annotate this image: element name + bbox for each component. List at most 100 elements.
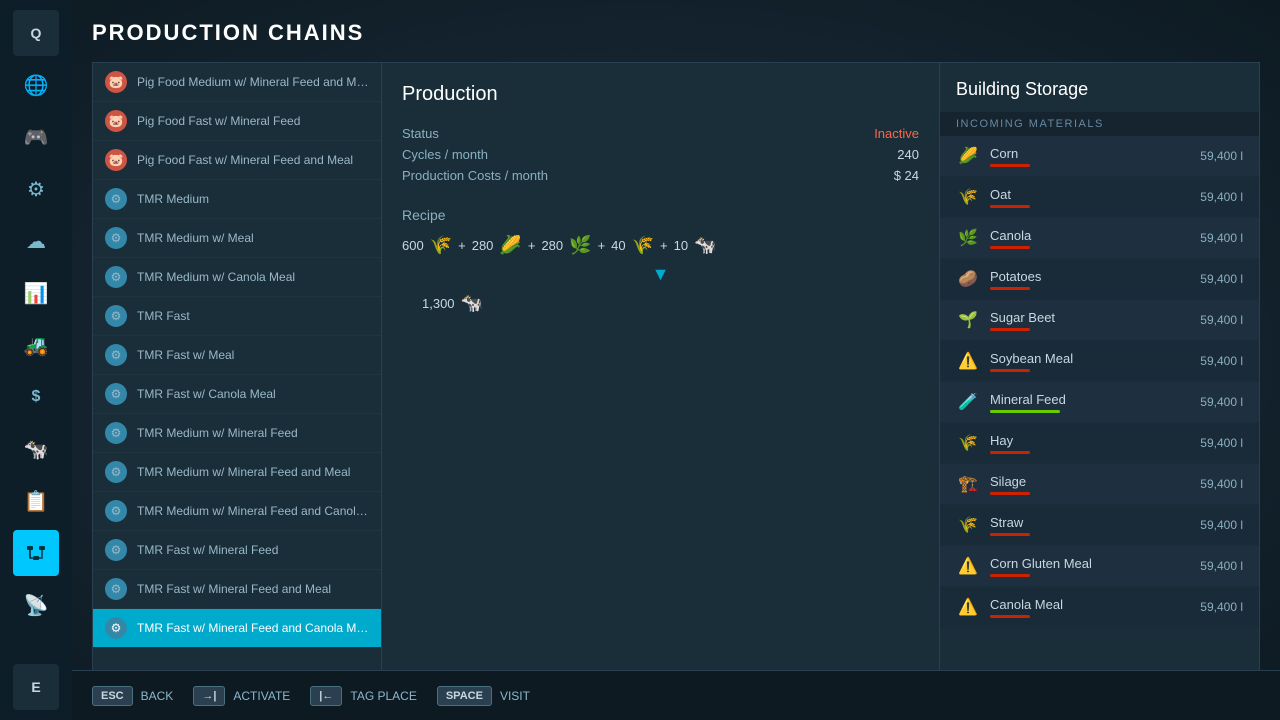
chain-label-2: Pig Food Fast w/ Mineral Feed: [137, 114, 300, 128]
tag-place-button[interactable]: |← TAG PLACE: [310, 686, 417, 706]
chain-label-5: TMR Medium w/ Meal: [137, 231, 254, 245]
market-icon[interactable]: 📡: [13, 582, 59, 628]
ingredient-amount-4: 40: [611, 238, 625, 253]
chain-label-9: TMR Fast w/ Canola Meal: [137, 387, 276, 401]
tractor-icon[interactable]: 🚜: [13, 322, 59, 368]
steering-icon[interactable]: 🎮: [13, 114, 59, 160]
weather-icon[interactable]: ☁: [13, 218, 59, 264]
book-icon[interactable]: 📋: [13, 478, 59, 524]
chain-item-13[interactable]: ⚙TMR Fast w/ Mineral Feed: [93, 531, 381, 570]
chain-icon-6: ⚙: [105, 266, 127, 288]
chain-item-14[interactable]: ⚙TMR Fast w/ Mineral Feed and Meal: [93, 570, 381, 609]
chain-label-4: TMR Medium: [137, 192, 209, 206]
back-label: BACK: [141, 689, 174, 703]
ingredient-icon-2: 🌽: [499, 235, 521, 256]
chain-label-12: TMR Medium w/ Mineral Feed and Canola M: [137, 504, 369, 518]
q-key-icon[interactable]: Q: [13, 10, 59, 56]
space-key: SPACE: [437, 686, 492, 706]
chain-item-11[interactable]: ⚙TMR Medium w/ Mineral Feed and Meal: [93, 453, 381, 492]
storage-item-value-9: 59,400 l: [1200, 518, 1243, 532]
production-chain-icon[interactable]: [13, 530, 59, 576]
storage-item-name-2: Canola: [990, 228, 1190, 243]
storage-item-info-3: Potatoes: [990, 269, 1190, 290]
costs-label: Production Costs / month: [402, 168, 548, 183]
storage-item-name-0: Corn: [990, 146, 1190, 161]
production-title: Production: [402, 83, 919, 106]
storage-item-name-6: Mineral Feed: [990, 392, 1190, 407]
settings-icon[interactable]: ⚙: [13, 166, 59, 212]
storage-item-bar-0: [990, 164, 1030, 167]
chain-item-10[interactable]: ⚙TMR Medium w/ Mineral Feed: [93, 414, 381, 453]
chain-icon-10: ⚙: [105, 422, 127, 444]
storage-item-2: 🌿Canola59,400 l: [940, 218, 1259, 259]
chain-item-7[interactable]: ⚙TMR Fast: [93, 297, 381, 336]
storage-item-value-4: 59,400 l: [1200, 313, 1243, 327]
storage-item-icon-4: 🌱: [956, 308, 980, 332]
storage-item-info-6: Mineral Feed: [990, 392, 1190, 413]
storage-item-bar-2: [990, 246, 1030, 249]
storage-item-icon-11: ⚠️: [956, 595, 980, 619]
chain-item-4[interactable]: ⚙ TMR Medium: [93, 180, 381, 219]
status-label: Status: [402, 126, 439, 141]
chains-panel: 🐷Pig Food Medium w/ Mineral Feed and Mea…: [92, 62, 382, 700]
storage-item-name-5: Soybean Meal: [990, 351, 1190, 366]
ingredient-icon-5: 🐄: [694, 235, 716, 256]
chain-icon-4: ⚙: [105, 188, 127, 210]
storage-item-value-11: 59,400 l: [1200, 600, 1243, 614]
chain-item-9[interactable]: ⚙TMR Fast w/ Canola Meal: [93, 375, 381, 414]
main-content: PRODUCTION CHAINS 🐷Pig Food Medium w/ Mi…: [72, 0, 1280, 720]
storage-item-bar-4: [990, 328, 1030, 331]
chain-label-6: TMR Medium w/ Canola Meal: [137, 270, 295, 284]
storage-item-bar-10: [990, 574, 1030, 577]
chain-item-12[interactable]: ⚙TMR Medium w/ Mineral Feed and Canola M: [93, 492, 381, 531]
chain-item-3[interactable]: 🐷Pig Food Fast w/ Mineral Feed and Meal: [93, 141, 381, 180]
plus-2: +: [528, 238, 536, 253]
storage-item-value-6: 59,400 l: [1200, 395, 1243, 409]
recipe-title: Recipe: [402, 207, 919, 223]
storage-item-icon-8: 🏗️: [956, 472, 980, 496]
storage-item-info-2: Canola: [990, 228, 1190, 249]
storage-item-name-11: Canola Meal: [990, 597, 1190, 612]
globe-icon[interactable]: 🌐: [13, 62, 59, 108]
chain-item-15[interactable]: ⚙TMR Fast w/ Mineral Feed and Canola Mea…: [93, 609, 381, 648]
e-key-icon[interactable]: E: [13, 664, 59, 710]
storage-item-bar-6: [990, 410, 1060, 413]
visit-button[interactable]: SPACE VISIT: [437, 686, 530, 706]
ingredient-amount-1: 600: [402, 238, 424, 253]
chain-item-6[interactable]: ⚙ TMR Medium w/ Canola Meal: [93, 258, 381, 297]
production-stats: Status Inactive Cycles / month 240 Produ…: [402, 126, 919, 183]
chain-item-5[interactable]: ⚙TMR Medium w/ Meal: [93, 219, 381, 258]
chain-label-8: TMR Fast w/ Meal: [137, 348, 234, 362]
plus-3: +: [598, 238, 606, 253]
chain-item-8[interactable]: ⚙TMR Fast w/ Meal: [93, 336, 381, 375]
storage-item-bar-11: [990, 615, 1030, 618]
storage-item-info-9: Straw: [990, 515, 1190, 536]
chart-icon[interactable]: 📊: [13, 270, 59, 316]
storage-item-bar-9: [990, 533, 1030, 536]
chain-label-13: TMR Fast w/ Mineral Feed: [137, 543, 278, 557]
tag-key: |←: [310, 686, 342, 706]
storage-item-value-0: 59,400 l: [1200, 149, 1243, 163]
storage-item-icon-6: 🧪: [956, 390, 980, 414]
costs-row: Production Costs / month $ 24: [402, 168, 919, 183]
plus-1: +: [458, 238, 466, 253]
chain-item-1[interactable]: 🐷Pig Food Medium w/ Mineral Feed and Mea…: [93, 63, 381, 102]
page-title: PRODUCTION CHAINS: [92, 20, 1260, 46]
money-icon[interactable]: $: [13, 374, 59, 420]
chain-item-2[interactable]: 🐷Pig Food Fast w/ Mineral Feed: [93, 102, 381, 141]
activate-button[interactable]: →| ACTIVATE: [193, 686, 290, 706]
animal-icon[interactable]: 🐄: [13, 426, 59, 472]
back-button[interactable]: ESC BACK: [92, 686, 173, 706]
storage-item-0: 🌽Corn59,400 l: [940, 136, 1259, 177]
storage-item-info-0: Corn: [990, 146, 1190, 167]
storage-item-name-3: Potatoes: [990, 269, 1190, 284]
activate-label: ACTIVATE: [233, 689, 290, 703]
recipe-ingredients: 600 🌾 + 280 🌽 + 280 🌿 + 40 🌾 + 10 🐄: [402, 235, 919, 256]
storage-item-value-7: 59,400 l: [1200, 436, 1243, 450]
storage-item-bar-5: [990, 369, 1030, 372]
ingredient-icon-3: 🌿: [569, 235, 591, 256]
storage-title: Building Storage: [940, 63, 1259, 112]
storage-item-5: ⚠️Soybean Meal59,400 l: [940, 341, 1259, 382]
incoming-header: INCOMING MATERIALS: [940, 112, 1259, 136]
recipe-arrow: ▼: [402, 264, 919, 285]
